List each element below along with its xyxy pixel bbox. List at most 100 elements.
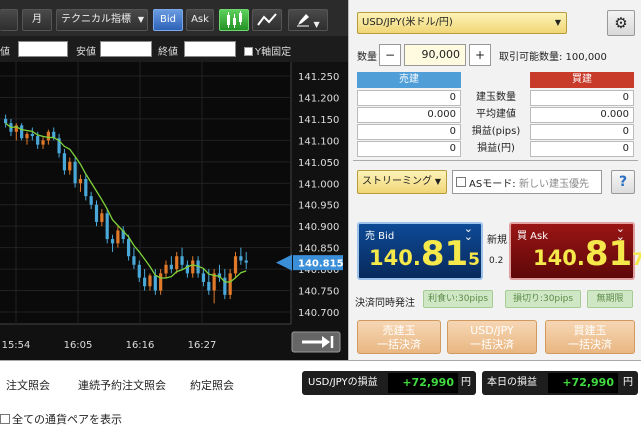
- candle-body: [233, 256, 238, 274]
- y-tick-label: 141.050: [298, 158, 339, 169]
- streaming-mode-select[interactable]: ストリーミング ▼: [357, 170, 447, 194]
- bulk-close-buy-line2: 一括決済: [568, 338, 612, 351]
- technical-indicator-dropdown[interactable]: テクニカル指標 ▼: [56, 9, 148, 31]
- gear-icon: ⚙: [614, 14, 628, 32]
- as-mode-priority-text: 新しい建玉優先: [519, 179, 589, 190]
- bulk-close-sell-line2: 一括決済: [377, 338, 421, 351]
- candle-body: [159, 273, 163, 291]
- buy-ask-button[interactable]: 買 Ask ⌄ ⌄ 140.817: [509, 222, 641, 280]
- bid-toggle-button[interactable]: Bid: [153, 9, 183, 31]
- y-tick-label: 141.100: [298, 136, 339, 147]
- pair-pl-panel: USD/JPYの損益 +72,990 円: [302, 371, 476, 395]
- checkbox-icon: [0, 414, 10, 424]
- quantity-label: 数量: [357, 52, 377, 63]
- candle-body: [68, 161, 72, 171]
- x-tick-label: 16:27: [188, 340, 217, 351]
- sell-bid-button[interactable]: 売 Bid ⌄ ⌄ 140.815: [357, 222, 483, 280]
- candle-body: [94, 204, 99, 222]
- as-mode-control[interactable]: ASモード: 新しい建玉優先: [452, 170, 602, 194]
- candle-body: [126, 239, 131, 257]
- as-mode-label: ASモード:: [469, 179, 516, 190]
- candle-body: [201, 273, 206, 282]
- show-all-pairs-checkbox[interactable]: 全ての通貨ペアを表示: [0, 411, 122, 427]
- bid-price: 140.815: [369, 234, 480, 274]
- chevron-down-icon: ▼: [434, 177, 441, 186]
- bottom-bar: 注文照会 連続予約注文照会 約定照会 USD/JPYの損益 +72,990 円 …: [0, 360, 641, 437]
- buy-cell: 0.000: [530, 107, 634, 123]
- candle-body: [41, 140, 45, 145]
- bulk-close-pair-button[interactable]: USD/JPY 一括決済: [447, 320, 537, 354]
- quantity-increase-button[interactable]: +: [469, 44, 491, 66]
- quantity-input[interactable]: 90,000: [404, 44, 466, 66]
- candle-body: [4, 118, 8, 124]
- candle-body: [62, 153, 67, 171]
- bulk-close-sell-line1: 売建玉: [382, 324, 416, 337]
- help-button[interactable]: ?: [611, 170, 635, 194]
- x-tick-label: 16:05: [64, 340, 93, 351]
- draw-tool-dropdown[interactable]: ▼: [288, 9, 328, 31]
- x-tick-label: 16:16: [126, 340, 155, 351]
- y-tick-label: 141.200: [298, 93, 339, 104]
- toolbar-left-cut-button[interactable]: [0, 9, 18, 31]
- line-chart-icon: [257, 13, 277, 26]
- bulk-close-sell-button[interactable]: 売建玉 一括決済: [357, 320, 441, 354]
- candle-body: [36, 136, 40, 145]
- timeframe-month-button[interactable]: 月: [22, 9, 52, 31]
- candle-body: [180, 256, 184, 265]
- scroll-end-button[interactable]: [291, 331, 341, 353]
- candle-body: [207, 281, 211, 291]
- y-tick-label: 141.250: [298, 72, 339, 83]
- currency-pair-label: USD/JPY(米ドル/円): [362, 17, 453, 28]
- candle-body: [239, 256, 243, 261]
- candle-body: [244, 260, 248, 263]
- high-label: 値: [0, 47, 10, 58]
- candlestick-chart-button[interactable]: [219, 9, 249, 31]
- stop-loss-chip[interactable]: 損切り:30pips: [505, 290, 581, 308]
- yaxis-fix-checkbox[interactable]: Y軸固定: [244, 43, 291, 58]
- sell-cell: 0: [357, 124, 461, 140]
- order-inquiry-link[interactable]: 注文照会: [6, 377, 50, 393]
- new-order-label: 新規: [487, 235, 507, 246]
- yaxis-fix-label: Y軸固定: [255, 47, 292, 58]
- bulk-close-pair-line1: USD/JPY: [470, 324, 514, 337]
- help-icon: ?: [618, 174, 628, 190]
- bulk-close-buy-line1: 買建玉: [573, 324, 607, 337]
- row-label: 損益(円): [477, 143, 515, 154]
- divider: [353, 160, 638, 161]
- bulk-close-pair-line2: 一括決済: [470, 338, 514, 351]
- candle-body: [100, 213, 104, 222]
- settlement-order-label: 決済同時発注: [355, 298, 415, 309]
- ask-toggle-button[interactable]: Ask: [186, 9, 214, 31]
- candle-body: [164, 264, 168, 274]
- price-chart[interactable]: 141.250 141.200 141.150 141.100 141.050 141.0…: [0, 62, 348, 360]
- x-tick-label: 15:54: [2, 340, 31, 351]
- high-value-box: [18, 41, 68, 57]
- candle-body: [143, 277, 147, 287]
- buy-cell: 0: [530, 90, 634, 106]
- y-tick-label: 140.900: [298, 222, 339, 233]
- expiry-chip[interactable]: 無期限: [587, 290, 633, 308]
- show-all-pairs-label: 全ての通貨ペアを表示: [12, 413, 122, 426]
- take-profit-chip[interactable]: 利食い:30pips: [423, 290, 493, 308]
- execution-inquiry-link[interactable]: 約定照会: [190, 377, 234, 393]
- as-mode-checkbox[interactable]: [456, 177, 466, 187]
- candle-body: [46, 131, 50, 141]
- candle-body: [175, 256, 179, 270]
- today-pl-unit: 円: [623, 377, 633, 388]
- checkbox-icon: [244, 47, 253, 56]
- buy-cell: 0: [530, 124, 634, 140]
- sequential-order-inquiry-link[interactable]: 連続予約注文照会: [78, 377, 166, 393]
- y-tick-label: 141.000: [298, 179, 339, 190]
- quantity-decrease-button[interactable]: −: [379, 44, 401, 66]
- line-chart-button[interactable]: [252, 9, 282, 31]
- currency-pair-select[interactable]: USD/JPY(米ドル/円) ▼: [357, 12, 567, 34]
- chart-panel: 月 テクニカル指標 ▼ Bid Ask ▼ 値 安値 終値 Y軸固定 141.2…: [0, 0, 348, 360]
- row-label: 損益(pips): [471, 126, 521, 137]
- bulk-close-buy-button[interactable]: 買建玉 一括決済: [545, 320, 635, 354]
- x-tick-labels: 15:54 16:05 16:16 16:27: [2, 340, 217, 351]
- candle-body: [116, 230, 120, 244]
- settings-button[interactable]: ⚙: [607, 10, 635, 36]
- today-pl-panel: 本日の損益 +72,990 円: [482, 371, 638, 395]
- current-price-label: 140.815: [298, 259, 344, 270]
- candle-body: [105, 213, 109, 240]
